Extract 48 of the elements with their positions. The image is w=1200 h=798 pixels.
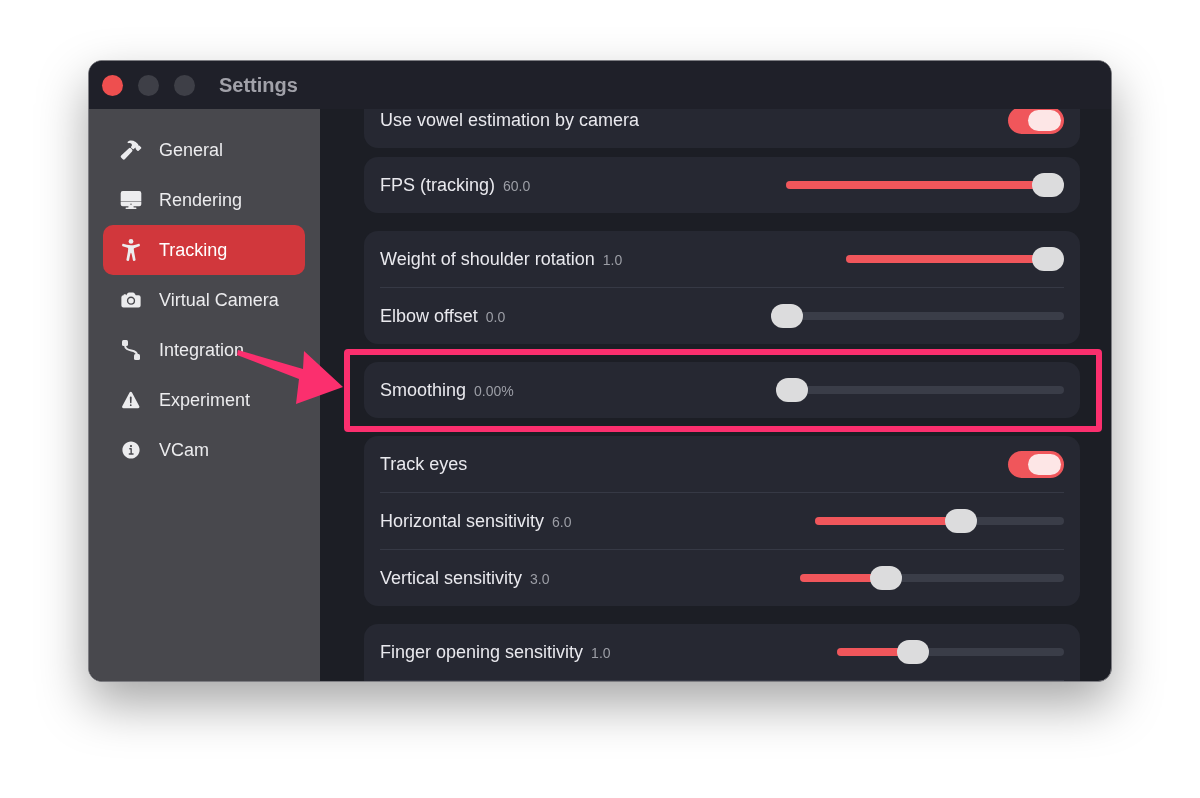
setting-value: 0.0 bbox=[485, 307, 506, 327]
setting-label: Horizontal sensitivity bbox=[380, 509, 545, 533]
slider-thumb[interactable] bbox=[1032, 247, 1064, 271]
sidebar-item[interactable]: Tracking bbox=[103, 225, 305, 275]
slider-track[interactable] bbox=[815, 509, 1064, 533]
setting-value: 0.00% bbox=[474, 381, 514, 401]
setting-value: 1.0 bbox=[591, 643, 611, 663]
slider-thumb[interactable] bbox=[897, 640, 930, 664]
setting-label: Track eyes bbox=[380, 452, 468, 476]
hammer-icon bbox=[120, 139, 142, 161]
setting-value: 1.0 bbox=[602, 250, 623, 270]
window-title: Settings bbox=[219, 73, 298, 98]
slider-thumb[interactable] bbox=[771, 304, 803, 328]
monitor-icon bbox=[120, 189, 142, 211]
toggle-switch[interactable] bbox=[1008, 109, 1064, 134]
slider-track[interactable] bbox=[800, 566, 1064, 590]
sidebar-item[interactable]: Experiment bbox=[103, 375, 255, 425]
person-icon bbox=[120, 239, 142, 261]
setting-label: FPS (tracking) bbox=[380, 173, 496, 197]
sidebar-item[interactable]: Integration bbox=[103, 325, 249, 375]
slider-track[interactable] bbox=[846, 247, 1064, 271]
setting-value: 6.0 bbox=[552, 512, 572, 532]
slider-track[interactable] bbox=[837, 640, 1064, 664]
setting-value: 60.0 bbox=[503, 176, 531, 196]
slider-thumb[interactable] bbox=[1032, 173, 1064, 197]
slider-track[interactable] bbox=[786, 173, 1064, 197]
camera-icon bbox=[120, 289, 142, 311]
setting-label: Vertical sensitivity bbox=[380, 566, 523, 590]
setting-label: Smoothing bbox=[380, 378, 467, 402]
slider-track[interactable] bbox=[776, 378, 1064, 402]
slider-track[interactable] bbox=[771, 304, 1064, 328]
sidebar-item[interactable]: General bbox=[103, 125, 228, 175]
sidebar-item[interactable]: Rendering bbox=[103, 175, 247, 225]
setting-label: Weight of shoulder rotation bbox=[380, 247, 595, 271]
setting-value: 3.0 bbox=[530, 569, 550, 589]
close-window-icon[interactable] bbox=[102, 74, 123, 96]
sidebar-item[interactable]: Virtual Camera bbox=[103, 275, 283, 325]
slider-thumb[interactable] bbox=[776, 378, 808, 402]
warning-icon bbox=[120, 389, 142, 411]
connector-icon bbox=[120, 339, 142, 361]
slider-thumb[interactable] bbox=[945, 509, 978, 533]
setting-label: Use vowel estimation by camera bbox=[380, 109, 640, 132]
sidebar-item[interactable]: VCam bbox=[103, 425, 213, 475]
toggle-switch[interactable] bbox=[1008, 450, 1064, 478]
setting-label: Elbow offset bbox=[380, 304, 478, 328]
info-icon bbox=[120, 439, 142, 461]
slider-thumb[interactable] bbox=[869, 566, 902, 590]
setting-label: Finger opening sensitivity bbox=[380, 640, 584, 664]
